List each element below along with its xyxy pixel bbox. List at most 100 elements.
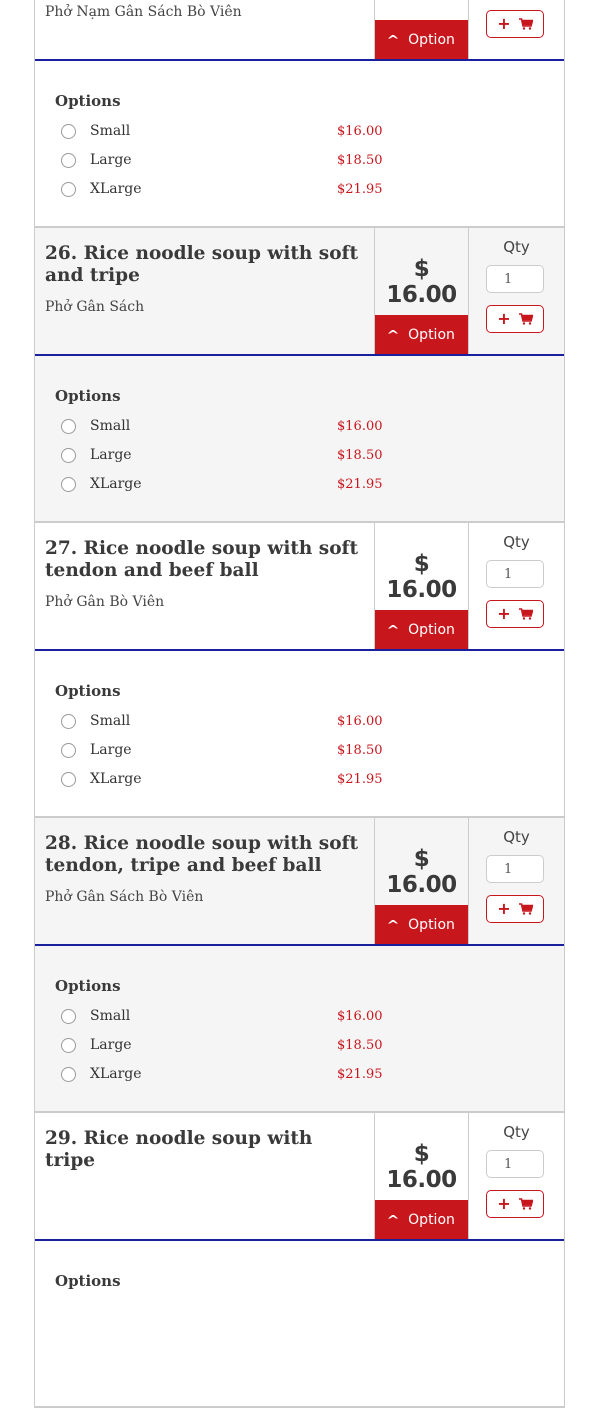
radio-button[interactable] — [61, 1066, 76, 1082]
menu-item-price-cell: $ 16.00 ^ Option — [374, 1113, 469, 1239]
menu-item-price: $ 16.00 — [386, 1141, 457, 1193]
radio-button[interactable] — [61, 713, 76, 729]
radio-button[interactable] — [61, 742, 76, 758]
menu-item-header: 29. Rice noodle soup with tripe $ 16.00 … — [35, 1113, 564, 1241]
option-radio-row[interactable]: XLarge $21.95 — [61, 768, 383, 790]
qty-label: Qty — [503, 238, 530, 256]
radio-button[interactable] — [61, 476, 76, 492]
option-radio-row[interactable]: Large $18.50 — [61, 1034, 383, 1056]
menu-item: 29. Rice noodle soup with tripe $ 16.00 … — [34, 1113, 565, 1408]
cart-icon — [518, 18, 533, 30]
option-toggle-button[interactable]: ^ Option — [375, 610, 468, 649]
option-price: $21.95 — [337, 771, 383, 787]
chevron-up-icon: ^ — [386, 327, 400, 342]
options-panel: Options Small $16.00 Large $18.50 XLarge… — [35, 946, 564, 1111]
menu-item-header: 27. Rice noodle soup with soft tendon an… — [35, 523, 564, 651]
option-radio-row[interactable]: XLarge $21.95 — [61, 178, 383, 200]
menu-item-info: 27. Rice noodle soup with soft tendon an… — [35, 523, 374, 649]
cart-icon — [518, 608, 533, 620]
option-name: Small — [90, 123, 131, 139]
menu-item-header: Phở Nạm Gân Sách Bò Viên ^ Option Qty + — [35, 0, 564, 61]
options-panel: Options — [35, 1241, 564, 1406]
menu-item-subtitle: Phở Gân Sách — [45, 299, 145, 315]
menu-item-header: 26. Rice noodle soup with soft and tripe… — [35, 228, 564, 356]
menu-item-price: $ 16.00 — [386, 846, 457, 898]
menu-item-info: 28. Rice noodle soup with soft tendon, t… — [35, 818, 374, 944]
options-heading: Options — [55, 92, 121, 110]
option-price: $16.00 — [337, 123, 383, 139]
option-radio-row[interactable]: Small $16.00 — [61, 710, 383, 732]
radio-button[interactable] — [61, 152, 76, 168]
menu-item: 26. Rice noodle soup with soft and tripe… — [34, 228, 565, 523]
cart-icon — [518, 313, 533, 325]
option-name: Large — [90, 152, 132, 168]
menu-item: 27. Rice noodle soup with soft tendon an… — [34, 523, 565, 818]
option-button-label: Option — [408, 916, 455, 933]
radio-button[interactable] — [61, 123, 76, 139]
radio-button[interactable] — [61, 181, 76, 197]
radio-button[interactable] — [61, 418, 76, 434]
option-radio-row[interactable]: XLarge $21.95 — [61, 473, 383, 495]
plus-icon: + — [497, 1194, 511, 1213]
option-radio-row[interactable]: XLarge $21.95 — [61, 1063, 383, 1085]
add-to-cart-button[interactable]: + — [486, 10, 544, 38]
option-button-label: Option — [408, 326, 455, 343]
radio-button[interactable] — [61, 1037, 76, 1053]
chevron-up-icon: ^ — [386, 1212, 400, 1227]
menu-item-qty-cell: Qty + — [469, 0, 564, 59]
option-radio-row[interactable]: Large $18.50 — [61, 444, 383, 466]
option-name: Small — [90, 713, 131, 729]
menu-item-info: Phở Nạm Gân Sách Bò Viên — [35, 0, 374, 59]
option-toggle-button[interactable]: ^ Option — [375, 905, 468, 944]
option-toggle-button[interactable]: ^ Option — [375, 1200, 468, 1239]
radio-button[interactable] — [61, 1008, 76, 1024]
qty-input[interactable] — [486, 855, 544, 883]
menu-item-price: $ 16.00 — [386, 551, 457, 603]
option-price: $21.95 — [337, 1066, 383, 1082]
option-price: $16.00 — [337, 1008, 383, 1024]
qty-input[interactable] — [486, 1150, 544, 1178]
option-name: Large — [90, 1037, 132, 1053]
menu-item-info: 26. Rice noodle soup with soft and tripe… — [35, 228, 374, 354]
option-price: $21.95 — [337, 181, 383, 197]
options-panel: Options Small $16.00 Large $18.50 XLarge… — [35, 651, 564, 816]
add-to-cart-button[interactable]: + — [486, 600, 544, 628]
menu-item: Phở Nạm Gân Sách Bò Viên ^ Option Qty + — [34, 0, 565, 228]
menu-item-subtitle: Phở Gân Bò Viên — [45, 594, 165, 610]
option-toggle-button[interactable]: ^ Option — [375, 315, 468, 354]
option-name: XLarge — [90, 181, 142, 197]
add-to-cart-button[interactable]: + — [486, 895, 544, 923]
option-radio-row[interactable]: Small $16.00 — [61, 120, 383, 142]
menu-item-qty-cell: Qty + — [469, 1113, 564, 1239]
menu-item-price-cell: ^ Option — [374, 0, 469, 59]
option-name: XLarge — [90, 476, 142, 492]
radio-button[interactable] — [61, 771, 76, 787]
menu-item-price-cell: $ 16.00 ^ Option — [374, 228, 469, 354]
qty-input[interactable] — [486, 265, 544, 293]
option-radio-row[interactable]: Small $16.00 — [61, 415, 383, 437]
option-name: Large — [90, 447, 132, 463]
option-button-label: Option — [408, 31, 455, 48]
qty-label: Qty — [503, 828, 530, 846]
option-price: $18.50 — [337, 152, 383, 168]
menu-item: 28. Rice noodle soup with soft tendon, t… — [34, 818, 565, 1113]
option-price: $18.50 — [337, 447, 383, 463]
add-to-cart-button[interactable]: + — [486, 1190, 544, 1218]
menu-item-subtitle: Phở Gân Sách Bò Viên — [45, 889, 204, 905]
option-button-label: Option — [408, 621, 455, 638]
add-to-cart-button[interactable]: + — [486, 305, 544, 333]
options-heading: Options — [55, 977, 121, 995]
option-radio-row[interactable]: Large $18.50 — [61, 149, 383, 171]
qty-input[interactable] — [486, 560, 544, 588]
menu-item-title: 29. Rice noodle soup with tripe — [45, 1128, 313, 1171]
option-toggle-button[interactable]: ^ Option — [375, 20, 468, 59]
options-heading: Options — [55, 682, 121, 700]
option-price: $18.50 — [337, 742, 383, 758]
plus-icon: + — [497, 899, 511, 918]
menu-item-price-cell: $ 16.00 ^ Option — [374, 523, 469, 649]
chevron-up-icon: ^ — [386, 32, 400, 47]
option-radio-row[interactable]: Small $16.00 — [61, 1005, 383, 1027]
plus-icon: + — [497, 14, 511, 33]
option-radio-row[interactable]: Large $18.50 — [61, 739, 383, 761]
radio-button[interactable] — [61, 447, 76, 463]
